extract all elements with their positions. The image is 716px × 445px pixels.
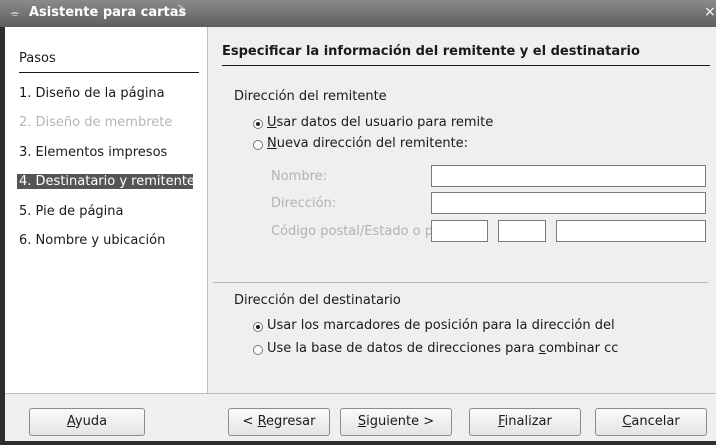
state-field[interactable]: [498, 220, 546, 242]
new-address-radio[interactable]: [253, 140, 263, 150]
step-recipient-sender[interactable]: 4. Destinatario y remitente: [17, 174, 195, 189]
use-address-db-label[interactable]: Use la base de datos de direcciones para…: [267, 341, 707, 356]
new-address-text: ueva dirección del remitente:: [276, 136, 469, 151]
use-placeholders-radio[interactable]: [253, 322, 263, 332]
new-address-label[interactable]: Nueva dirección del remitente:: [267, 136, 468, 151]
address-field[interactable]: [431, 192, 706, 214]
next-mnemonic: S: [357, 414, 367, 429]
finish-label: inalizar: [504, 414, 552, 429]
window-menu-icon[interactable]: ⌯: [10, 6, 20, 21]
use-placeholders-label[interactable]: Usar los marcadores de posición para la …: [267, 318, 707, 333]
address-label: Dirección:: [271, 196, 337, 211]
use-address-db-text: Use la base de datos de direcciones para: [267, 341, 539, 356]
postal-code-field[interactable]: [431, 220, 488, 242]
recipient-section-label: Dirección del destinatario: [234, 293, 401, 308]
page-title: Especificar la información del remitente…: [222, 44, 640, 59]
mnemonic-n: N: [267, 136, 277, 151]
help-mnemonic: A: [66, 414, 75, 429]
step-page-design[interactable]: 1. Diseño de la página: [19, 86, 165, 101]
use-user-data-text: sar datos del usuario para remite: [276, 115, 494, 130]
title-bar: ⌯ Asistente para cartas ☽ ×: [0, 0, 716, 27]
sender-section-label: Dirección del remitente: [234, 89, 387, 104]
back-mnemonic: R: [257, 414, 267, 429]
main-panel: Especificar la información del remitente…: [208, 27, 716, 393]
button-bar: Ayuda < Regresar Siguiente > Finalizar C…: [5, 393, 716, 441]
back-button[interactable]: < Regresar: [228, 408, 330, 436]
window-title: Asistente para cartas: [29, 5, 187, 20]
section-divider: [213, 282, 708, 283]
step-footer[interactable]: 5. Pie de página: [19, 204, 124, 219]
cancel-label: ancelar: [631, 414, 680, 429]
use-user-data-label[interactable]: Usar datos del usuario para remite: [267, 115, 493, 130]
use-address-db-text-rest: ombinar cc: [545, 341, 619, 356]
page-title-divider: [222, 65, 710, 66]
use-address-db-radio[interactable]: [253, 345, 263, 355]
next-label: iguiente >: [366, 414, 435, 429]
back-prefix: <: [242, 414, 258, 429]
help-button[interactable]: Ayuda: [29, 408, 145, 436]
step-printed-items[interactable]: 3. Elementos impresos: [19, 145, 167, 160]
cancel-button[interactable]: Cancelar: [595, 408, 707, 436]
close-icon[interactable]: ×: [704, 4, 716, 20]
window-frame-bottom: [0, 441, 716, 445]
finish-button[interactable]: Finalizar: [469, 408, 581, 436]
help-label: yuda: [74, 414, 108, 429]
name-field[interactable]: [431, 165, 706, 187]
step-letterhead-layout: 2. Diseño de membrete: [19, 115, 173, 130]
step-name-location[interactable]: 6. Nombre y ubicación: [19, 233, 165, 248]
swirl-icon: ☽: [172, 2, 186, 20]
steps-heading-divider: [19, 72, 199, 73]
mnemonic-c: c: [538, 341, 546, 356]
postal-state-label: Código postal/Estado o pr: [271, 224, 431, 239]
next-button[interactable]: Siguiente >: [340, 408, 452, 436]
city-field[interactable]: [556, 220, 706, 242]
back-label: egresar: [266, 414, 316, 429]
steps-heading: Pasos: [19, 51, 56, 66]
name-label: Nombre:: [271, 169, 328, 184]
steps-sidebar: Pasos 1. Diseño de la página 2. Diseño d…: [5, 27, 208, 393]
use-user-data-radio[interactable]: [253, 119, 263, 129]
mnemonic-u: U: [267, 115, 277, 130]
